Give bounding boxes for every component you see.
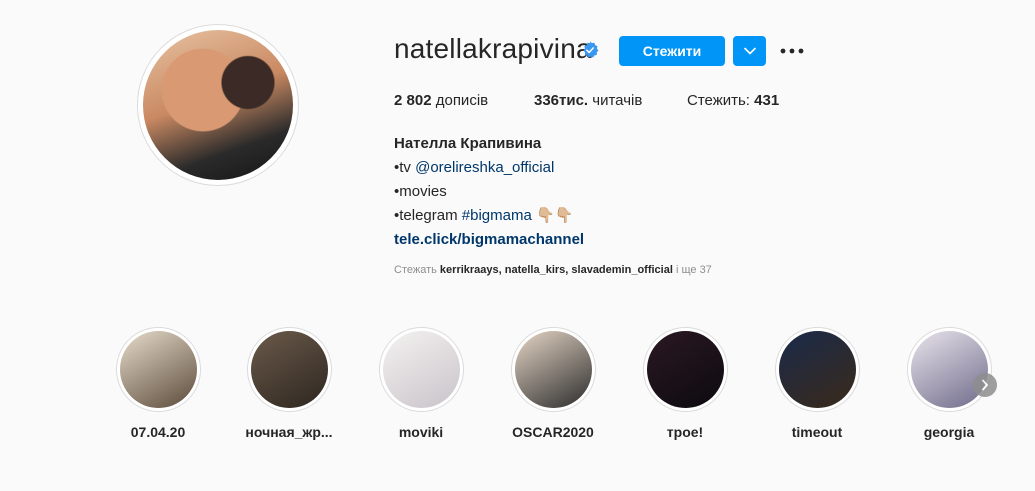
posts-label: дописів [435, 92, 489, 109]
highlight-cover [382, 331, 460, 408]
highlight-label: georgia [923, 424, 975, 440]
followed-by-suffix: і ще 37 [675, 264, 712, 276]
highlight-cover [910, 331, 988, 408]
highlight-label: moviki [398, 424, 444, 440]
following-label: Стежить: [687, 92, 750, 109]
followers-count[interactable]: 336тис. читачів [534, 92, 642, 109]
bio-line-2: •movies [394, 183, 447, 200]
highlight-ring [510, 327, 596, 412]
highlight-label: timeout [791, 424, 843, 440]
chevron-right-icon [982, 379, 988, 391]
profile-avatar [143, 30, 293, 180]
following-count[interactable]: Стежить: 431 [687, 92, 779, 109]
following-value: 431 [754, 92, 780, 109]
bio-line-1-prefix: •tv [394, 159, 416, 176]
story-highlight[interactable]: ночная_жр... [229, 327, 349, 440]
story-highlight[interactable]: 07.04.20 [98, 327, 218, 440]
bio-line-3-prefix: •telegram [394, 207, 462, 224]
highlight-ring [246, 327, 332, 412]
highlights-next-button[interactable] [973, 373, 997, 397]
highlight-ring [378, 327, 464, 412]
more-options-button[interactable] [779, 40, 805, 62]
bio-line-3: •telegram #bigmama 👇🏼👇🏼 [394, 204, 584, 228]
story-highlight[interactable]: moviki [361, 327, 481, 440]
suggested-dropdown-button[interactable] [733, 36, 766, 66]
story-highlight[interactable]: трое! [625, 327, 745, 440]
highlight-label: 07.04.20 [130, 424, 186, 440]
highlight-ring [774, 327, 860, 412]
highlight-cover [514, 331, 592, 408]
posts-count: 2 802 дописів [394, 92, 488, 109]
posts-value: 2 802 [394, 92, 432, 109]
bio-line-1: •tv @orelireshka_official [394, 156, 584, 180]
highlight-ring [115, 327, 201, 412]
highlight-ring [906, 327, 992, 412]
profile-bio: Нателла Крапивина •tv @orelireshka_offic… [394, 132, 584, 252]
chevron-down-icon [743, 47, 756, 55]
bio-website-link[interactable]: tele.click/bigmamachannel [394, 228, 584, 252]
followed-by-prefix: Стежать [394, 264, 437, 276]
profile-avatar-ring[interactable] [137, 24, 299, 186]
follow-button[interactable]: Стежити [619, 36, 725, 66]
story-highlight[interactable]: timeout [757, 327, 877, 440]
highlight-cover [250, 331, 328, 408]
highlight-label: OSCAR2020 [512, 424, 594, 440]
highlight-ring [642, 327, 728, 412]
profile-username: natellakrapivina [394, 33, 592, 64]
highlight-cover [778, 331, 856, 408]
bio-hashtag-link[interactable]: #bigmama [462, 207, 532, 224]
more-dots-icon [780, 48, 804, 54]
profile-full-name: Нателла Крапивина [394, 135, 542, 152]
followed-by-text[interactable]: Стежать kerrikraays, natella_kirs, slava… [394, 264, 712, 276]
followed-by-users: kerrikraays, natella_kirs, slavademin_of… [439, 264, 673, 276]
verified-badge-icon [583, 41, 599, 58]
highlight-label: ночная_жр... [245, 424, 333, 440]
highlight-label: трое! [666, 424, 704, 440]
followers-label: читачів [592, 92, 643, 109]
highlight-cover [119, 331, 197, 408]
followers-value: 336тис. [534, 92, 589, 109]
highlight-cover [646, 331, 724, 408]
pointing-down-emoji: 👇🏼👇🏼 [536, 207, 574, 224]
bio-mention-link[interactable]: @orelireshka_official [415, 159, 554, 176]
story-highlight[interactable]: OSCAR2020 [493, 327, 613, 440]
